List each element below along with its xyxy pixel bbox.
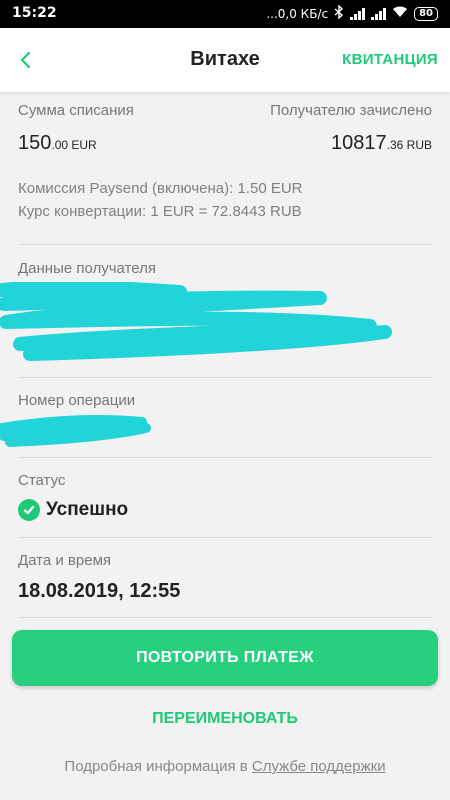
status-icons: ...0,0 КБ/с 80 bbox=[266, 4, 438, 22]
datetime-value: 18.08.2019, 12:55 bbox=[18, 580, 181, 602]
credit-amount: 10817.36 RUB bbox=[331, 132, 432, 155]
battery-icon: 80 bbox=[414, 6, 438, 21]
credit-label: Получателю зачислено bbox=[270, 102, 432, 119]
divider bbox=[18, 537, 432, 538]
commission-text: Комиссия Paysend (включена): 1.50 EUR bbox=[18, 180, 303, 197]
exchange-rate-text: Курс конвертации: 1 EUR = 72.8443 RUB bbox=[18, 203, 302, 220]
chevron-left-icon bbox=[20, 51, 31, 69]
support-link[interactable]: Службе поддержки bbox=[252, 758, 386, 775]
operation-number-label: Номер операции bbox=[18, 392, 136, 409]
credit-amount-cents: .36 RUB bbox=[386, 138, 432, 152]
debit-amount-cents: .00 EUR bbox=[51, 138, 97, 152]
recipient-redaction-scribble bbox=[0, 282, 392, 361]
signal-icon bbox=[350, 7, 366, 20]
datetime-label: Дата и время bbox=[18, 552, 112, 569]
operation-number-redaction-scribble bbox=[0, 415, 151, 447]
check-circle-icon bbox=[18, 499, 40, 521]
status-time: 15:22 bbox=[12, 5, 57, 21]
status-label: Статус bbox=[18, 472, 66, 489]
receipt-button[interactable]: КВИТАНЦИЯ bbox=[342, 51, 438, 68]
wifi-icon bbox=[392, 6, 408, 21]
divider bbox=[18, 244, 432, 245]
app-bar: Витахе КВИТАНЦИЯ bbox=[0, 28, 450, 92]
divider bbox=[18, 617, 432, 618]
network-speed: ...0,0 КБ/с bbox=[266, 6, 329, 21]
signal-icon-2 bbox=[371, 7, 387, 20]
support-info-text: Подробная информация в bbox=[64, 758, 252, 775]
divider bbox=[18, 457, 432, 458]
recipient-label: Данные получателя bbox=[18, 260, 156, 277]
support-info: Подробная информация в Службе поддержки bbox=[0, 758, 450, 775]
status-text: Успешно bbox=[46, 499, 129, 520]
back-button[interactable] bbox=[12, 46, 40, 74]
debit-amount-value: 150 bbox=[18, 132, 52, 154]
credit-amount-value: 10817 bbox=[331, 132, 387, 154]
bluetooth-icon bbox=[334, 4, 344, 22]
status-value: Успешно bbox=[18, 499, 128, 521]
debit-amount: 150.00 EUR bbox=[18, 132, 97, 155]
divider bbox=[18, 377, 432, 378]
repeat-payment-button[interactable]: ПОВТОРИТЬ ПЛАТЕЖ bbox=[12, 630, 438, 686]
debit-label: Сумма списания bbox=[18, 102, 134, 119]
status-bar: 15:22 ...0,0 КБ/с 80 bbox=[0, 0, 450, 28]
rename-button[interactable]: ПЕРЕИМЕНОВАТЬ bbox=[0, 710, 450, 728]
